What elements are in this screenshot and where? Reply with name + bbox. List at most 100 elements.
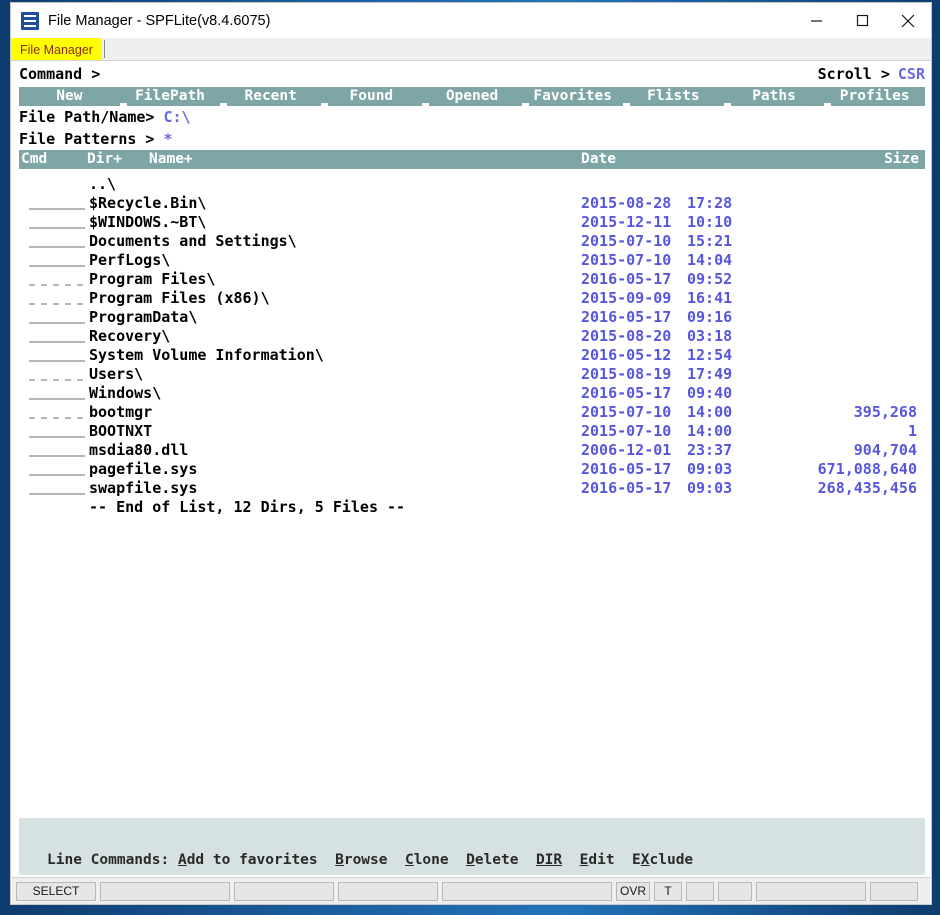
status-bar: SELECT OVR T (12, 877, 930, 904)
column-header-name[interactable]: Name+ (149, 150, 193, 169)
row-time: 09:52 (687, 270, 733, 288)
row-name[interactable]: bootmgr (89, 403, 152, 421)
row-size: 671,088,640 (817, 460, 917, 478)
table-row[interactable]: $WINDOWS.~BT\ 2015-12-11 10:10 (11, 213, 931, 232)
table-row[interactable]: Recovery\ 2015-08-20 03:18 (11, 327, 931, 346)
table-row[interactable]: Documents and Settings\ 2015-07-10 15:21 (11, 232, 931, 251)
row-command-field[interactable] (29, 460, 85, 479)
status-t[interactable]: T (654, 881, 682, 901)
help-command[interactable]: Delete (466, 852, 518, 868)
table-row[interactable]: msdia80.dll 2006-12-01 23:37 904,704 (11, 441, 931, 460)
help-accelerator: B (335, 852, 344, 868)
maximize-icon[interactable] (839, 3, 885, 38)
row-date: 2016-05-17 (581, 460, 672, 478)
row-date: 2015-08-28 (581, 194, 672, 212)
table-row[interactable]: Windows\ 2016-05-17 09:40 (11, 384, 931, 403)
table-row[interactable]: Users\ 2015-08-19 17:49 (11, 365, 931, 384)
row-name[interactable]: Program Files\ (89, 270, 215, 288)
table-row[interactable]: Program Files\ 2016-05-17 09:52 (11, 270, 931, 289)
menu-item-new[interactable]: New (19, 87, 120, 106)
row-name[interactable]: swapfile.sys (89, 479, 197, 497)
menu-item-filepath[interactable]: FilePath (119, 87, 221, 106)
row-time: 09:03 (687, 479, 733, 497)
table-row[interactable]: pagefile.sys 2016-05-17 09:03 671,088,640 (11, 460, 931, 479)
row-name[interactable]: pagefile.sys (89, 460, 197, 478)
row-command-field[interactable] (29, 441, 85, 460)
help-command[interactable]: EXclude (632, 852, 693, 868)
column-header-dir[interactable]: Dir+ (87, 150, 122, 169)
row-name[interactable]: ProgramData\ (89, 308, 197, 326)
table-row[interactable]: ProgramData\ 2016-05-17 09:16 (11, 308, 931, 327)
scroll-value[interactable]: CSR (898, 65, 925, 83)
row-command-field[interactable] (29, 327, 85, 346)
row-command-field[interactable] (29, 175, 85, 194)
row-name[interactable]: BOOTNXT (89, 422, 152, 440)
file-path-value[interactable]: C:\ (164, 108, 191, 126)
help-command[interactable]: Add to favorites (178, 852, 318, 868)
help-command[interactable]: Browse (335, 852, 387, 868)
row-command-field[interactable] (29, 251, 85, 270)
row-command-field[interactable] (29, 194, 85, 213)
command-label: Command > (19, 65, 101, 83)
row-name[interactable]: Users\ (89, 365, 143, 383)
row-time: 03:18 (687, 327, 733, 345)
file-list: ..\ $Recycle.Bin\ 2015-08-28 17:28 $WINDOWS.… (11, 169, 931, 814)
row-name[interactable]: System Volume Information\ (89, 346, 324, 364)
help-command[interactable]: DIR (536, 852, 562, 868)
table-row[interactable]: BOOTNXT 2015-07-10 14:00 1 (11, 422, 931, 441)
row-command-field[interactable] (29, 403, 85, 422)
menu-item-flists[interactable]: Flists (623, 87, 724, 106)
tab-file-manager[interactable]: File Manager (11, 38, 102, 60)
row-size: 904,704 (853, 441, 917, 459)
table-row[interactable]: $Recycle.Bin\ 2015-08-28 17:28 (11, 194, 931, 213)
table-row[interactable]: swapfile.sys 2016-05-17 09:03 268,435,456 (11, 479, 931, 498)
row-name[interactable]: Documents and Settings\ (89, 232, 297, 250)
menu-item-recent[interactable]: Recent (220, 87, 321, 106)
column-header-size[interactable]: Size (884, 150, 919, 169)
table-row[interactable]: PerfLogs\ 2015-07-10 14:04 (11, 251, 931, 270)
row-command-field[interactable] (29, 422, 85, 441)
status-ovr[interactable]: OVR (616, 881, 650, 901)
status-cell-8 (870, 881, 918, 901)
row-command-field[interactable] (29, 346, 85, 365)
column-header-cmd[interactable]: Cmd (21, 150, 47, 169)
minimize-icon[interactable] (793, 3, 839, 38)
row-name[interactable]: Program Files (x86)\ (89, 289, 270, 307)
close-icon[interactable] (885, 3, 931, 38)
status-mode: SELECT (16, 881, 96, 901)
row-name[interactable]: Recovery\ (89, 327, 170, 345)
menu-item-profiles[interactable]: Profiles (824, 87, 925, 106)
menu-item-favorites[interactable]: Favorites (522, 87, 623, 106)
help-command[interactable]: Clone (405, 852, 449, 868)
title-bar: File Manager - SPFLite(v8.4.6075) (10, 2, 932, 38)
file-patterns-value[interactable]: * (164, 130, 173, 148)
row-command-field[interactable] (29, 232, 85, 251)
menu-item-opened[interactable]: Opened (421, 87, 523, 106)
row-name[interactable]: Windows\ (89, 384, 161, 402)
row-command-field[interactable] (29, 270, 85, 289)
menu-item-paths[interactable]: Paths (723, 87, 825, 106)
row-command-field[interactable] (29, 384, 85, 403)
status-cell-4 (442, 881, 612, 901)
table-row[interactable]: bootmgr 2015-07-10 14:00 395,268 (11, 403, 931, 422)
command-input[interactable] (106, 64, 818, 84)
column-header-date[interactable]: Date (581, 150, 616, 169)
status-cell-7 (756, 881, 866, 901)
help-accelerator: DIR (535, 852, 563, 868)
row-name[interactable]: $Recycle.Bin\ (89, 194, 206, 212)
row-command-field[interactable] (29, 308, 85, 327)
row-command-field[interactable] (29, 289, 85, 308)
row-command-field[interactable] (29, 365, 85, 384)
table-row[interactable]: ..\ (11, 175, 931, 194)
table-row[interactable]: System Volume Information\ 2016-05-12 12:5… (11, 346, 931, 365)
row-command-field[interactable] (29, 479, 85, 498)
row-name[interactable]: $WINDOWS.~BT\ (89, 213, 206, 231)
row-command-field[interactable] (29, 213, 85, 232)
help-command[interactable]: Edit (580, 852, 615, 868)
row-name[interactable]: PerfLogs\ (89, 251, 170, 269)
scroll-label: Scroll > (817, 65, 890, 83)
row-name[interactable]: msdia80.dll (89, 441, 188, 459)
menu-item-found[interactable]: Found (321, 87, 422, 106)
row-name[interactable]: ..\ (89, 175, 116, 193)
table-row[interactable]: Program Files (x86)\ 2015-09-09 16:41 (11, 289, 931, 308)
